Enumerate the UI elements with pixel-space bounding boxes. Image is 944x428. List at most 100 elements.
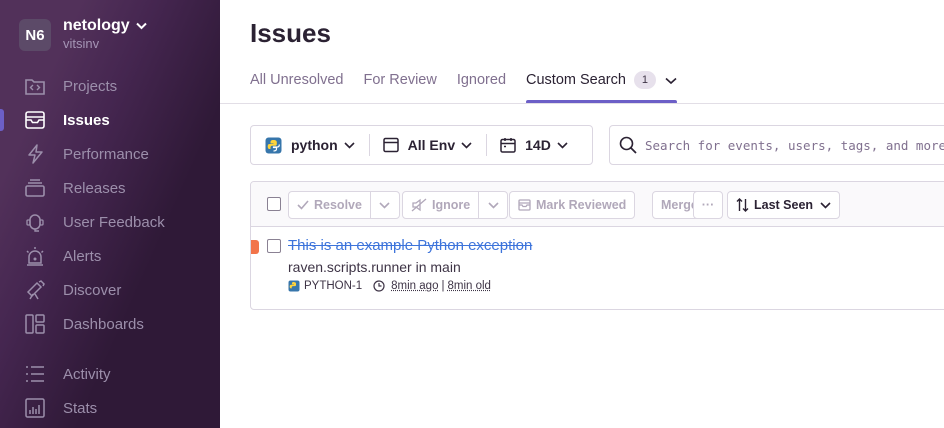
sort-label: Last Seen: [754, 198, 813, 212]
sidebar-item-performance[interactable]: Performance: [0, 137, 220, 171]
resolve-dropdown-button[interactable]: [371, 192, 399, 218]
date-range-label: 14D: [525, 137, 551, 153]
window-icon: [383, 137, 399, 153]
environment-label: All Env: [408, 137, 455, 153]
select-all-checkbox[interactable]: [267, 197, 281, 211]
sort-selector[interactable]: Last Seen: [727, 191, 840, 219]
mark-reviewed-button[interactable]: Mark Reviewed: [509, 191, 635, 219]
user-feedback-icon: [24, 211, 46, 233]
issue-short-id[interactable]: PYTHON-1: [304, 280, 362, 292]
tab-divider: [220, 103, 944, 104]
dashboards-icon: [24, 313, 46, 335]
date-range-selector[interactable]: 14D: [486, 126, 582, 164]
environment-selector[interactable]: All Env: [369, 126, 486, 164]
sidebar-item-issues[interactable]: Issues: [0, 103, 220, 137]
sidebar-item-alerts[interactable]: Alerts: [0, 239, 220, 273]
issue-row[interactable]: This is an example Python exception rave…: [251, 228, 944, 310]
issue-checkbox[interactable]: [267, 239, 281, 253]
issue-list-panel: Resolve Ignore Mark Reviewed Merge ··· L…: [250, 181, 944, 310]
inbox-icon: [518, 199, 531, 211]
chevron-down-icon: [344, 142, 355, 149]
alerts-icon: [24, 245, 46, 267]
sidebar-item-stats[interactable]: Stats: [0, 391, 220, 425]
sidebar-item-label: Activity: [63, 366, 111, 383]
chevron-down-icon: [136, 22, 147, 30]
sidebar-item-label: Performance: [63, 146, 149, 163]
sidebar-item-label: Stats: [63, 400, 97, 417]
org-username: vitsinv: [63, 36, 147, 51]
issue-culprit: raven.scripts.runner in main: [288, 259, 461, 275]
ignore-button[interactable]: Ignore: [403, 192, 479, 218]
performance-icon: [24, 143, 46, 165]
more-actions-button[interactable]: ···: [693, 191, 723, 219]
stats-icon: [24, 397, 46, 419]
org-avatar: N6: [19, 19, 51, 51]
sidebar-item-label: Releases: [63, 180, 126, 197]
chevron-down-icon: [488, 202, 499, 209]
issue-meta: PYTHON-1 8min ago | 8min old: [288, 280, 491, 292]
calendar-icon: [500, 137, 516, 153]
org-switcher[interactable]: N6 netology vitsinv: [19, 19, 147, 51]
projects-icon: [24, 75, 46, 97]
sidebar-item-discover[interactable]: Discover: [0, 273, 220, 307]
resolve-button-group: Resolve: [288, 191, 400, 219]
tab-ignored[interactable]: Ignored: [457, 72, 506, 104]
tab-label: All Unresolved: [250, 72, 344, 88]
chevron-down-icon: [557, 142, 568, 149]
sidebar-item-releases[interactable]: Releases: [0, 171, 220, 205]
sort-icon: [736, 198, 749, 212]
main-content: Issues All Unresolved For Review Ignored…: [220, 0, 944, 428]
resolve-button[interactable]: Resolve: [289, 192, 371, 218]
ellipsis-icon: ···: [702, 198, 715, 212]
sidebar-item-dashboards[interactable]: Dashboards: [0, 307, 220, 341]
sidebar: N6 netology vitsinv Projects Issues Perf…: [0, 0, 220, 428]
issue-list-actions: Resolve Ignore Mark Reviewed Merge ··· L…: [251, 182, 944, 227]
chevron-down-icon: [665, 77, 677, 85]
search-input[interactable]: [645, 138, 944, 153]
sidebar-item-label: User Feedback: [63, 214, 165, 231]
tab-label: Custom Search: [526, 72, 626, 88]
sidebar-item-label: Dashboards: [63, 316, 144, 333]
mark-reviewed-label: Mark Reviewed: [536, 198, 626, 212]
tab-label: For Review: [364, 72, 437, 88]
tab-label: Ignored: [457, 72, 506, 88]
discover-icon: [24, 279, 46, 301]
clock-icon: [373, 280, 385, 292]
sidebar-item-activity[interactable]: Activity: [0, 357, 220, 391]
tab-custom-search[interactable]: Custom Search 1: [526, 72, 677, 104]
issue-title-link[interactable]: This is an example Python exception: [288, 237, 532, 254]
activity-icon: [24, 363, 46, 385]
first-seen-age: 8min old: [447, 280, 490, 292]
sidebar-item-label: Issues: [63, 112, 110, 129]
python-icon: [288, 280, 300, 292]
search-icon: [619, 136, 637, 154]
sidebar-item-label: Discover: [63, 282, 121, 299]
sidebar-item-user-feedback[interactable]: User Feedback: [0, 205, 220, 239]
checkmark-icon: [297, 200, 309, 210]
page-filter-bar: python All Env 14D: [250, 125, 593, 165]
count-badge: 1: [634, 71, 656, 89]
org-name: netology: [63, 17, 130, 35]
resolve-label: Resolve: [314, 198, 362, 212]
sidebar-item-projects[interactable]: Projects: [0, 69, 220, 103]
issue-tabs: All Unresolved For Review Ignored Custom…: [250, 72, 697, 104]
tab-all-unresolved[interactable]: All Unresolved: [250, 72, 344, 104]
sidebar-item-label: Alerts: [63, 248, 101, 265]
ignore-label: Ignore: [432, 198, 470, 212]
releases-icon: [24, 177, 46, 199]
tab-for-review[interactable]: For Review: [364, 72, 437, 104]
ignore-button-group: Ignore: [402, 191, 508, 219]
project-selector[interactable]: python: [251, 126, 369, 164]
page-title: Issues: [250, 18, 331, 49]
issues-icon: [24, 109, 46, 131]
issue-search-bar: [609, 125, 944, 165]
chevron-down-icon: [820, 202, 831, 209]
meta-separator: |: [441, 280, 444, 292]
error-level-indicator: [251, 240, 259, 254]
last-seen-time: 8min ago: [391, 280, 438, 292]
python-icon: [265, 137, 282, 154]
chevron-down-icon: [461, 142, 472, 149]
project-label: python: [291, 137, 338, 153]
ignore-dropdown-button[interactable]: [479, 192, 507, 218]
mute-icon: [411, 198, 427, 212]
